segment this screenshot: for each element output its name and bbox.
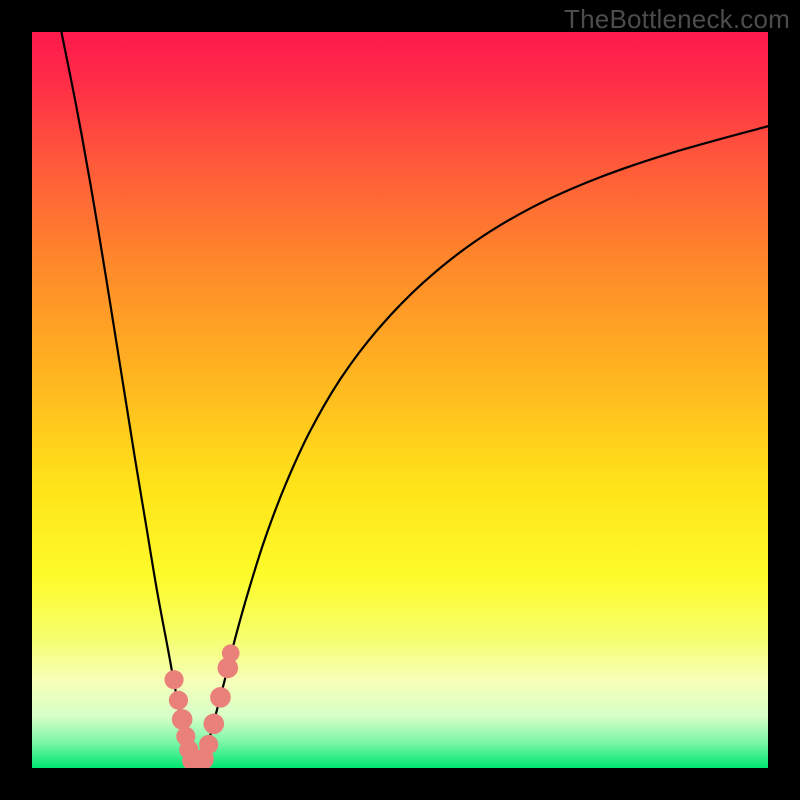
bead [222,644,240,662]
bead [172,709,193,730]
bead [199,735,218,754]
bead [164,670,183,689]
watermark-text: TheBottleneck.com [564,4,790,35]
bead [210,687,231,708]
gradient-background [32,32,768,768]
outer-frame: TheBottleneck.com [0,0,800,800]
bead [169,691,188,710]
chart-svg [32,32,768,768]
plot-area [32,32,768,768]
bead [203,714,224,735]
